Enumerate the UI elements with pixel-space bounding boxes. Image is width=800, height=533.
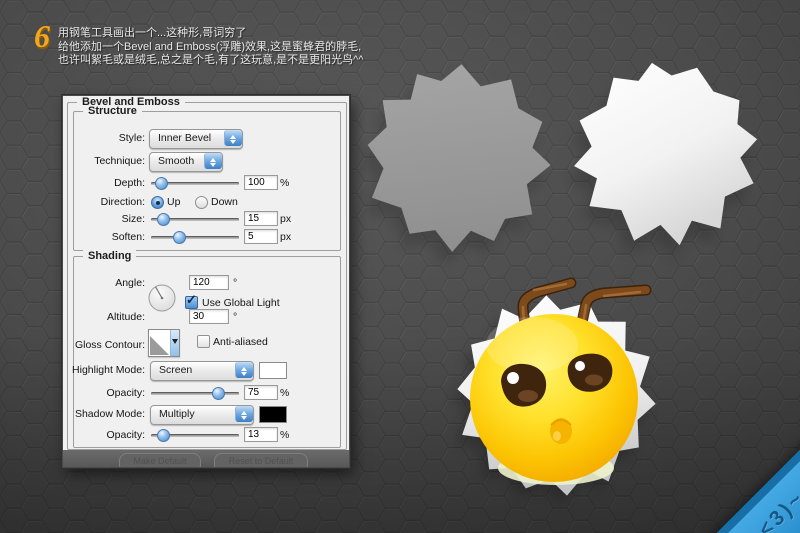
dropdown-arrows-icon — [235, 362, 253, 378]
shadow-mode-dropdown[interactable]: Multiply — [150, 405, 254, 425]
note-line-3: 也许叫絮毛或是绒毛,总之是个毛,有了这玩意,是不是更阳光鸟^^ — [58, 54, 388, 68]
gloss-contour-label: Gloss Contour: — [63, 336, 145, 354]
highlight-opacity-input[interactable] — [244, 385, 278, 400]
size-slider[interactable] — [151, 210, 239, 228]
anti-aliased-checkbox[interactable] — [197, 335, 210, 348]
linear-contour-icon — [150, 336, 169, 355]
direction-up-radio[interactable] — [151, 196, 164, 209]
reset-to-default-button[interactable]: Reset to Default — [214, 453, 308, 467]
panel-footer: Make Default Reset to Default — [63, 450, 349, 467]
dropdown-arrows-icon — [224, 130, 242, 146]
size-row: Size: px — [63, 210, 349, 228]
slider-thumb[interactable] — [212, 387, 225, 400]
depth-row: Depth: % — [63, 174, 349, 192]
dropdown-arrows-icon — [235, 406, 253, 422]
size-input[interactable] — [244, 211, 278, 226]
highlight-opacity-label: Opacity: — [63, 384, 145, 402]
direction-label: Direction: — [63, 193, 145, 211]
technique-row: Technique: Smooth — [63, 152, 349, 170]
slider-thumb[interactable] — [157, 429, 170, 442]
depth-label: Depth: — [63, 174, 145, 192]
highlight-mode-dropdown[interactable]: Screen — [150, 361, 254, 381]
altitude-input[interactable] — [189, 309, 229, 324]
angle-unit: ° — [233, 274, 237, 292]
tutorial-note: 用钢笔工具画出一个...这种形,哥词穷了 给他添加一个Bevel and Emb… — [58, 27, 388, 68]
direction-row: Direction: Up Down — [63, 193, 349, 211]
shadow-opacity-label: Opacity: — [63, 426, 145, 444]
altitude-row: Altitude: ° — [63, 308, 349, 326]
depth-slider[interactable] — [151, 174, 239, 192]
bee-head-gloss — [486, 317, 578, 373]
highlight-opacity-slider[interactable] — [151, 384, 239, 402]
style-dropdown[interactable]: Inner Bevel — [149, 129, 243, 149]
angle-input[interactable] — [189, 275, 229, 290]
slider-track — [151, 392, 239, 395]
white-star-shape — [561, 50, 770, 258]
step-number: 6 — [34, 20, 50, 52]
shadow-opacity-slider[interactable] — [151, 426, 239, 444]
bee-nose — [550, 418, 572, 444]
shadow-mode-row: Shadow Mode: Multiply — [63, 405, 349, 423]
slider-thumb[interactable] — [157, 213, 170, 226]
technique-dropdown[interactable]: Smooth — [149, 152, 223, 172]
style-value: Inner Bevel — [158, 130, 211, 147]
shading-legend: Shading — [83, 250, 136, 262]
shadow-opacity-unit: % — [280, 426, 289, 444]
direction-up-label: Up — [167, 193, 180, 211]
highlight-mode-row: Highlight Mode: Screen — [63, 361, 349, 379]
soften-label: Soften: — [63, 228, 145, 246]
bee-character — [449, 283, 664, 503]
technique-value: Smooth — [158, 153, 194, 170]
anti-aliased-label: Anti-aliased — [213, 333, 268, 351]
technique-label: Technique: — [63, 152, 145, 170]
note-line-2: 给他添加一个Bevel and Emboss(浮雕)效果,这是蜜蜂君的脖毛, — [58, 41, 388, 55]
shadow-opacity-input[interactable] — [244, 427, 278, 442]
slider-thumb[interactable] — [173, 231, 186, 244]
ribbon-text: <3)~ — [754, 486, 800, 533]
soften-unit: px — [280, 228, 291, 246]
slider-track — [151, 236, 239, 239]
style-label: Style: — [63, 129, 145, 147]
shadow-mode-value: Multiply — [159, 406, 195, 423]
dropdown-arrows-icon — [204, 153, 222, 169]
note-line-1: 用钢笔工具画出一个...这种形,哥词穷了 — [58, 27, 388, 41]
altitude-label: Altitude: — [63, 308, 145, 326]
soften-input[interactable] — [244, 229, 278, 244]
slider-thumb[interactable] — [155, 177, 168, 190]
tutorial-canvas: 6 用钢笔工具画出一个...这种形,哥词穷了 给他添加一个Bevel and E… — [0, 0, 800, 533]
highlight-opacity-unit: % — [280, 384, 289, 402]
shadow-color-swatch[interactable] — [259, 406, 287, 423]
highlight-color-swatch[interactable] — [259, 362, 287, 379]
highlight-opacity-row: Opacity: % — [63, 384, 349, 402]
bevel-emboss-panel: Bevel and Emboss Structure Shading Style… — [62, 95, 350, 468]
direction-down-label: Down — [211, 193, 238, 211]
highlight-mode-label: Highlight Mode: — [63, 361, 145, 379]
angle-label: Angle: — [63, 274, 145, 292]
depth-input[interactable] — [244, 175, 278, 190]
structure-legend: Structure — [83, 105, 142, 117]
shadow-opacity-row: Opacity: % — [63, 426, 349, 444]
soften-row: Soften: px — [63, 228, 349, 246]
highlight-mode-value: Screen — [159, 362, 192, 379]
contour-dropdown-arrow-icon — [170, 330, 179, 356]
altitude-unit: ° — [233, 308, 237, 326]
style-row: Style: Inner Bevel — [63, 129, 349, 147]
soften-slider[interactable] — [151, 228, 239, 246]
gloss-contour-picker[interactable] — [148, 329, 180, 357]
make-default-button[interactable]: Make Default — [119, 453, 201, 467]
size-label: Size: — [63, 210, 145, 228]
size-unit: px — [280, 210, 291, 228]
angle-row: Angle: ° — [63, 274, 349, 292]
depth-unit: % — [280, 174, 289, 192]
gray-star-shape — [359, 57, 559, 260]
direction-down-radio[interactable] — [195, 196, 208, 209]
shadow-mode-label: Shadow Mode: — [63, 405, 145, 423]
